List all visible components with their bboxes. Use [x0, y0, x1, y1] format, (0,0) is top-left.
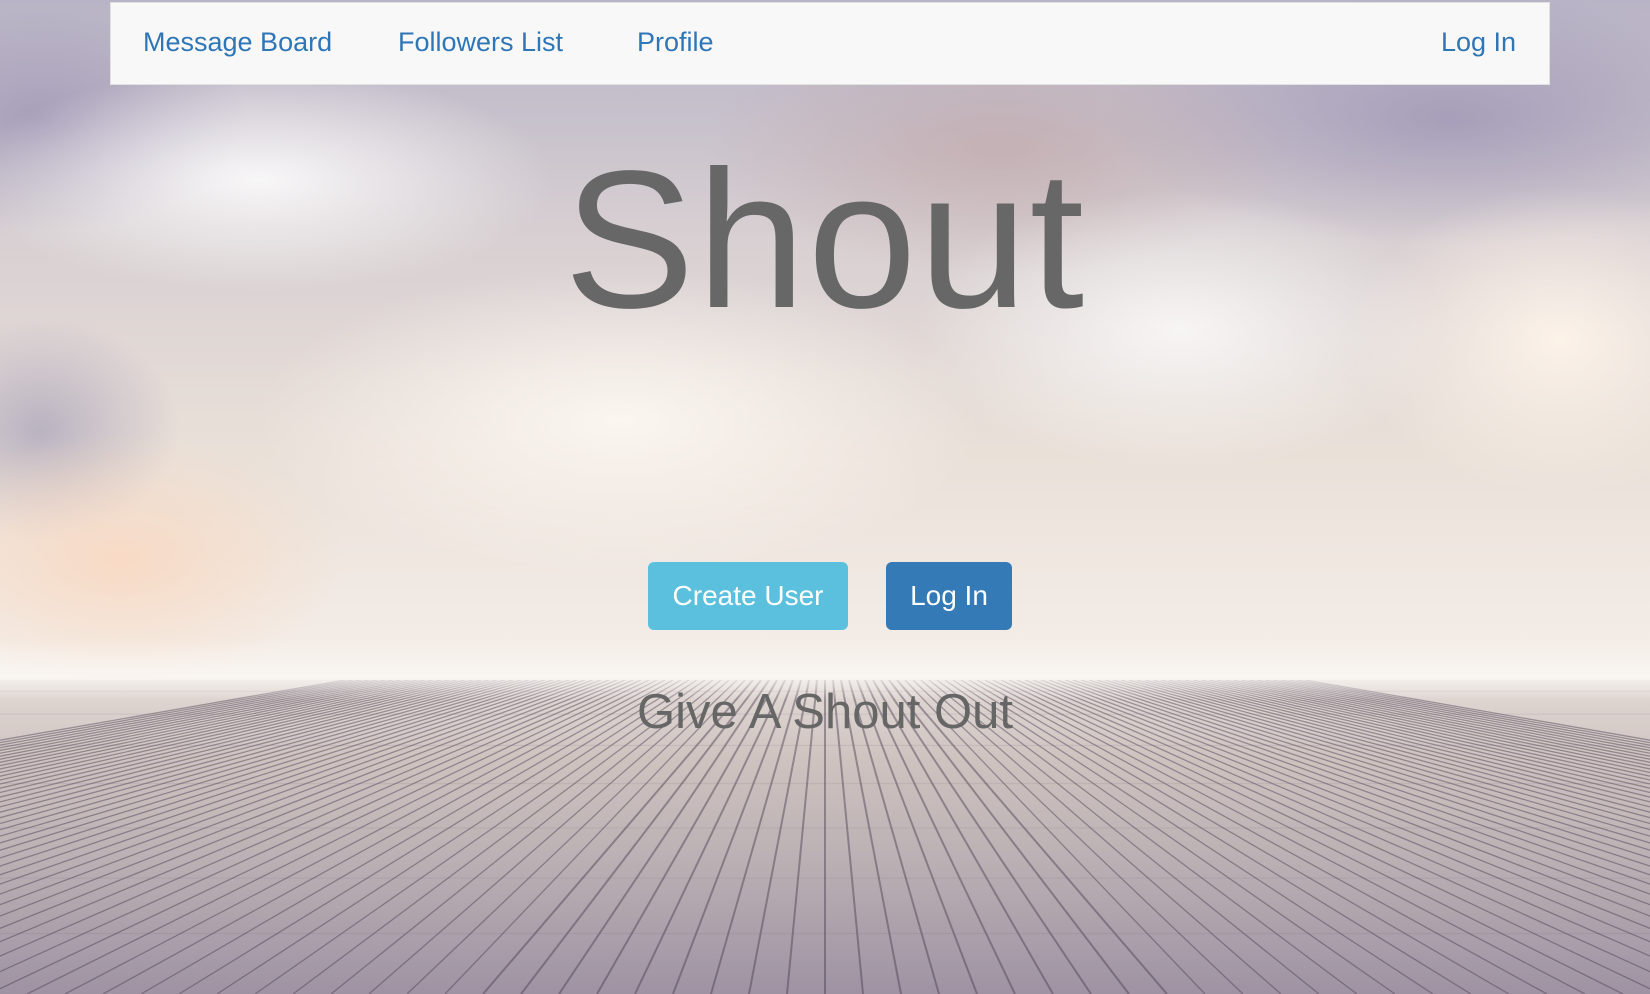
- navbar: Message Board Followers List Profile Log…: [110, 2, 1550, 85]
- nav-link-followers-list[interactable]: Followers List: [398, 27, 563, 58]
- create-user-button[interactable]: Create User: [648, 562, 848, 630]
- log-in-button[interactable]: Log In: [886, 562, 1012, 630]
- nav-link-message-board[interactable]: Message Board: [143, 27, 332, 58]
- nav-link-profile[interactable]: Profile: [637, 27, 714, 58]
- nav-link-log-in[interactable]: Log In: [1441, 27, 1516, 58]
- tagline: Give A Shout Out: [637, 685, 1013, 739]
- page: Message Board Followers List Profile Log…: [0, 0, 1650, 994]
- page-title: Shout: [563, 130, 1087, 349]
